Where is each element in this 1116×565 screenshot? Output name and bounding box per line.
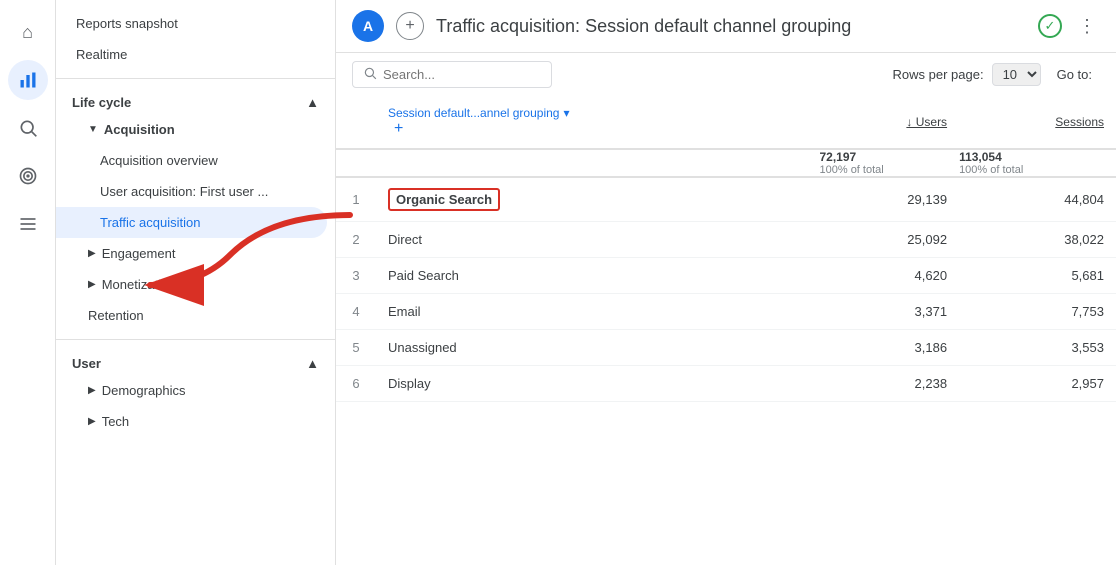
sessions-cell: 44,804 [959, 177, 1116, 222]
user-section[interactable]: User ▲ [56, 348, 335, 375]
rows-label: Rows per page: [893, 67, 984, 82]
search-circle-icon[interactable] [8, 108, 48, 148]
add-comparison-button[interactable]: + [396, 12, 424, 40]
icon-rail: ⌂ [0, 0, 56, 565]
channel-cell[interactable]: Organic Search [376, 177, 820, 222]
table-row: 1Organic Search29,13944,804 [336, 177, 1116, 222]
channel-sort-button[interactable]: Session default...annel grouping ▾ [388, 106, 570, 120]
sidebar-item-acquisition-overview[interactable]: Acquisition overview [56, 145, 335, 176]
table-row: 2Direct25,09238,022 [336, 222, 1116, 258]
avatar-button[interactable]: A [352, 10, 384, 42]
chevron-up-icon-2: ▲ [306, 356, 319, 371]
rank-col-header [336, 96, 376, 149]
chevron-down-icon: ▼ [88, 124, 98, 135]
sidebar-item-realtime[interactable]: Realtime [56, 39, 335, 70]
sessions-cell: 7,753 [959, 294, 1116, 330]
dropdown-arrow-icon: ▾ [563, 106, 569, 120]
add-column-button[interactable]: + [388, 120, 409, 138]
channel-cell[interactable]: Paid Search [376, 258, 820, 294]
rows-per-page-control: Rows per page: 10 25 50 Go to: [893, 63, 1100, 86]
chevron-right-tech: ▶ [88, 416, 96, 427]
search-icon [363, 66, 377, 83]
sidebar-item-tech[interactable]: ▶ Tech [56, 406, 335, 437]
total-label [376, 149, 820, 177]
rank-cell: 6 [336, 366, 376, 402]
table-row: 5Unassigned3,1863,553 [336, 330, 1116, 366]
table-row: 6Display2,2382,957 [336, 366, 1116, 402]
channel-cell[interactable]: Display [376, 366, 820, 402]
table-body: 1Organic Search29,13944,8042Direct25,092… [336, 177, 1116, 402]
rank-cell: 3 [336, 258, 376, 294]
search-input[interactable] [383, 67, 523, 82]
rank-cell: 1 [336, 177, 376, 222]
table-row: 3Paid Search4,6205,681 [336, 258, 1116, 294]
sessions-col-header[interactable]: Sessions [959, 96, 1116, 149]
page-title: Traffic acquisition: Session default cha… [436, 16, 1026, 37]
status-badge: ✓ [1038, 14, 1062, 38]
sidebar: Reports snapshot Realtime Life cycle ▲ ▼… [56, 0, 336, 565]
users-cell: 3,186 [820, 330, 960, 366]
sidebar-item-user-acquisition[interactable]: User acquisition: First user ... [56, 176, 335, 207]
rank-cell: 4 [336, 294, 376, 330]
users-cell: 25,092 [820, 222, 960, 258]
sessions-cell: 5,681 [959, 258, 1116, 294]
users-cell: 3,371 [820, 294, 960, 330]
channel-cell[interactable]: Unassigned [376, 330, 820, 366]
home-icon[interactable]: ⌂ [8, 12, 48, 52]
sidebar-item-retention[interactable]: Retention [56, 300, 335, 331]
users-cell: 4,620 [820, 258, 960, 294]
header-bar: A + Traffic acquisition: Session default… [336, 0, 1116, 53]
list-icon[interactable] [8, 204, 48, 244]
users-sort-button[interactable]: ↓ Users [906, 115, 947, 129]
chevron-up-icon: ▲ [306, 95, 319, 110]
data-table: Session default...annel grouping ▾ + ↓ U… [336, 96, 1116, 565]
chevron-right-icon2: ▶ [88, 279, 96, 290]
sidebar-item-demographics[interactable]: ▶ Demographics [56, 375, 335, 406]
search-box[interactable] [352, 61, 552, 88]
main-content: A + Traffic acquisition: Session default… [336, 0, 1116, 565]
lifecycle-section[interactable]: Life cycle ▲ [56, 87, 335, 114]
chevron-right-demographics: ▶ [88, 385, 96, 396]
sessions-cell: 3,553 [959, 330, 1116, 366]
channel-cell[interactable]: Direct [376, 222, 820, 258]
sessions-cell: 2,957 [959, 366, 1116, 402]
sidebar-item-snapshot[interactable]: Reports snapshot [56, 8, 335, 39]
users-cell: 2,238 [820, 366, 960, 402]
sidebar-item-monetization[interactable]: ▶ Monetization [56, 269, 335, 300]
more-options-button[interactable]: ⋮ [1074, 12, 1100, 41]
channel-cell[interactable]: Email [376, 294, 820, 330]
rows-per-page-select[interactable]: 10 25 50 [992, 63, 1041, 86]
table-row: 4Email3,3717,753 [336, 294, 1116, 330]
channel-col-header[interactable]: Session default...annel grouping ▾ + [376, 96, 820, 149]
table-header-row: Session default...annel grouping ▾ + ↓ U… [336, 96, 1116, 149]
goto-label: Go to: [1057, 67, 1092, 82]
sidebar-item-traffic-acquisition[interactable]: Traffic acquisition [56, 207, 327, 238]
sidebar-item-acquisition[interactable]: ▼ Acquisition [56, 114, 335, 145]
target-icon[interactable] [8, 156, 48, 196]
total-users: 72,197 100% of total [820, 149, 960, 177]
chart-icon[interactable] [8, 60, 48, 100]
rank-cell: 2 [336, 222, 376, 258]
sessions-sort-button[interactable]: Sessions [1055, 115, 1104, 129]
sidebar-item-engagement[interactable]: ▶ Engagement [56, 238, 335, 269]
users-cell: 29,139 [820, 177, 960, 222]
toolbar-row: Rows per page: 10 25 50 Go to: [336, 53, 1116, 96]
rank-cell: 5 [336, 330, 376, 366]
chevron-right-icon: ▶ [88, 248, 96, 259]
total-sessions: 113,054 100% of total [959, 149, 1116, 177]
users-col-header[interactable]: ↓ Users [820, 96, 960, 149]
table-total-row: 72,197 100% of total 113,054 100% of tot… [336, 149, 1116, 177]
sessions-cell: 38,022 [959, 222, 1116, 258]
sidebar-divider-2 [56, 339, 335, 340]
sidebar-divider [56, 78, 335, 79]
